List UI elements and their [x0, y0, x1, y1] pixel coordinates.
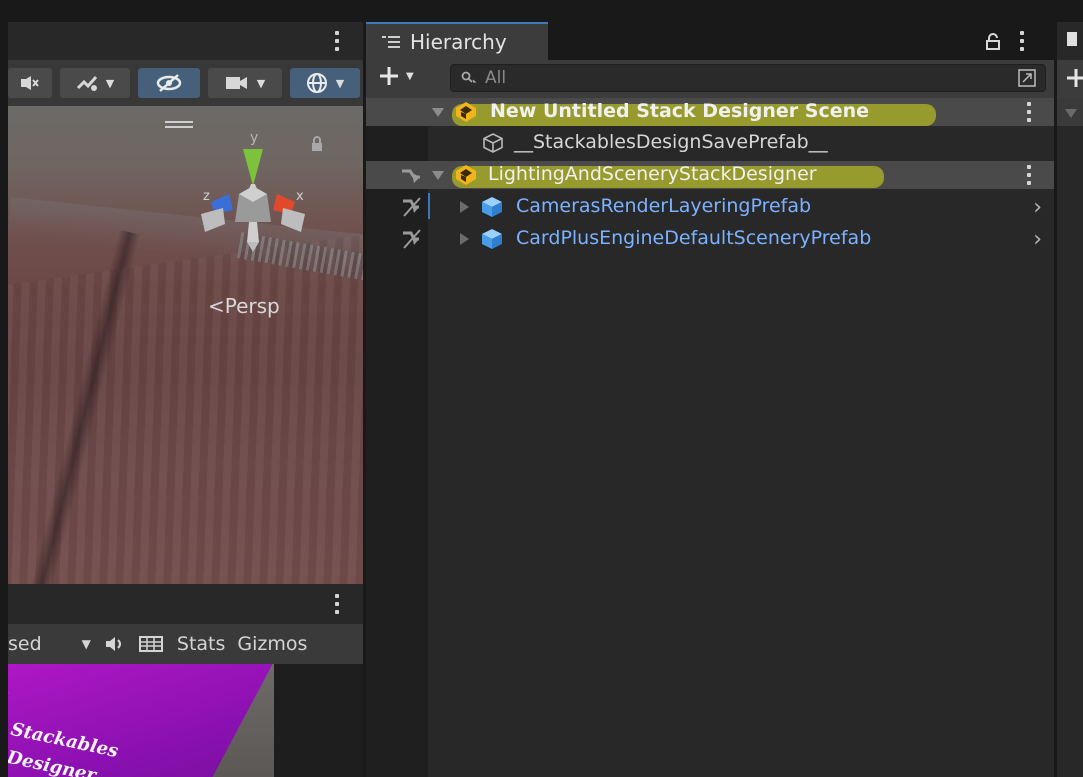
- left-panels: ▼ ▼ ▼ y z x <Persp sed ▼ Stats Gizmos St…: [0, 0, 366, 777]
- create-button[interactable]: ▼: [378, 65, 414, 87]
- gameobject-cube-icon: [483, 133, 503, 153]
- game-panel-menu-icon[interactable]: [334, 594, 340, 614]
- game-viewport-edge: [274, 664, 363, 777]
- plus-icon[interactable]: [1067, 68, 1083, 88]
- tab-hierarchy[interactable]: Hierarchy: [366, 22, 548, 60]
- chevron-down-icon: ▼: [406, 70, 414, 82]
- effects-dropdown[interactable]: ▼: [60, 68, 130, 98]
- scene-name: New Untitled Stack Designer Scene: [490, 100, 870, 122]
- hierarchy-row-prefab[interactable]: CamerasRenderLayeringPrefab ›: [366, 193, 1054, 221]
- selection-marker: [428, 193, 430, 219]
- panel-tab-icon[interactable]: [1067, 32, 1077, 46]
- expand-arrow-icon[interactable]: [1065, 109, 1077, 118]
- scene-visibility-icon[interactable]: [400, 167, 422, 185]
- hierarchy-toolbar: ▼ All: [366, 60, 1054, 98]
- lock-icon[interactable]: [310, 136, 324, 152]
- hidden-eye-icon: [156, 74, 182, 92]
- unity-scene-icon: [456, 102, 476, 122]
- lock-icon[interactable]: [986, 33, 1000, 50]
- scene-viewport[interactable]: y z x <Persp: [8, 106, 363, 584]
- hierarchy-row-gameobject[interactable]: __StackablesDesignSavePrefab__: [366, 129, 1054, 157]
- chevron-down-icon[interactable]: ▼: [82, 637, 91, 651]
- stats-button[interactable]: Stats: [177, 633, 226, 655]
- axis-z-label: z: [203, 189, 210, 204]
- hierarchy-tree: New Untitled Stack Designer Scene __Stac…: [366, 98, 1054, 777]
- prefab-cube-icon: [482, 197, 502, 217]
- projection-label: Persp: [224, 294, 280, 318]
- hierarchy-row-prefab[interactable]: CardPlusEngineDefaultSceneryPrefab ›: [366, 225, 1054, 253]
- hierarchy-menu-icon[interactable]: [1019, 31, 1025, 51]
- prefab-name: CardPlusEngineDefaultSceneryPrefab: [516, 227, 872, 249]
- chevron-right-icon[interactable]: ›: [1033, 195, 1042, 220]
- camera-settings-dropdown[interactable]: ▼: [208, 68, 282, 98]
- search-placeholder: All: [485, 68, 507, 88]
- expand-arrow-icon[interactable]: [432, 171, 444, 180]
- right-toolbar: [1057, 60, 1083, 98]
- prefab-cube-icon: [482, 229, 502, 249]
- hierarchy-row-scene-2[interactable]: LightingAndSceneryStackDesigner: [366, 161, 1054, 189]
- scene-menu-icon[interactable]: [1026, 165, 1032, 185]
- hierarchy-panel: Hierarchy ▼ All New Untitled Stack Desig…: [366, 22, 1054, 777]
- game-toolbar: sed ▼ Stats Gizmos: [8, 624, 363, 664]
- collapse-arrow-icon[interactable]: [460, 201, 469, 213]
- chevron-down-icon: ▼: [335, 76, 345, 90]
- right-row: [1057, 98, 1083, 126]
- axis-x-label: x: [296, 189, 304, 204]
- scene-name: LightingAndSceneryStackDesigner: [488, 163, 817, 185]
- unity-scene-icon: [456, 165, 476, 185]
- game-tab-bar: [8, 584, 363, 624]
- chevron-down-icon: ▼: [105, 76, 115, 90]
- gizmo-drag-handle[interactable]: [165, 121, 193, 128]
- game-viewport[interactable]: Stackables Designer ء: [8, 664, 274, 777]
- gameobject-name: __StackablesDesignSavePrefab__: [514, 131, 828, 153]
- scene-tab-bar: [8, 22, 363, 60]
- audio-mute-toggle[interactable]: [8, 68, 52, 98]
- orientation-gizmo[interactable]: y z x: [193, 124, 313, 259]
- search-by-type-icon[interactable]: [1017, 68, 1037, 88]
- collapse-arrow-icon[interactable]: [460, 233, 469, 245]
- scene-panel-menu-icon[interactable]: [334, 31, 340, 51]
- gizmo-globe-icon: [306, 73, 327, 93]
- chevron-left-icon: <: [208, 294, 225, 318]
- audio-mute-icon: [21, 76, 39, 90]
- display-dropdown-label[interactable]: sed: [8, 633, 42, 655]
- right-panel-edge: [1054, 22, 1083, 777]
- gizmos-dropdown[interactable]: ▼: [290, 68, 360, 98]
- search-field[interactable]: All: [450, 64, 1046, 92]
- keyboard-icon[interactable]: [138, 635, 163, 653]
- hierarchy-tab-label: Hierarchy: [410, 30, 507, 54]
- hidden-scene-icon[interactable]: [400, 228, 422, 250]
- effects-icon: [76, 76, 97, 91]
- search-icon: [461, 71, 477, 83]
- chevron-down-icon: ▼: [256, 76, 266, 90]
- axis-y-label: y: [250, 130, 258, 146]
- audio-icon[interactable]: [105, 636, 125, 652]
- scene-toolbar: ▼ ▼ ▼: [8, 60, 363, 106]
- gizmos-button[interactable]: Gizmos: [237, 633, 307, 655]
- prefab-name: CamerasRenderLayeringPrefab: [516, 195, 812, 217]
- hidden-scene-icon[interactable]: [400, 196, 422, 218]
- hierarchy-row-scene-1[interactable]: New Untitled Stack Designer Scene: [366, 98, 1054, 126]
- camera-icon: [225, 77, 247, 89]
- hierarchy-tab-row: Hierarchy: [366, 22, 1054, 60]
- camera-mode-label[interactable]: <Persp: [208, 294, 280, 318]
- scene-visibility-toggle[interactable]: [138, 68, 200, 98]
- list-icon: [382, 36, 400, 48]
- scene-menu-icon[interactable]: [1026, 102, 1032, 122]
- expand-arrow-icon[interactable]: [432, 108, 444, 117]
- chevron-right-icon[interactable]: ›: [1033, 227, 1042, 252]
- plus-icon: [380, 67, 398, 85]
